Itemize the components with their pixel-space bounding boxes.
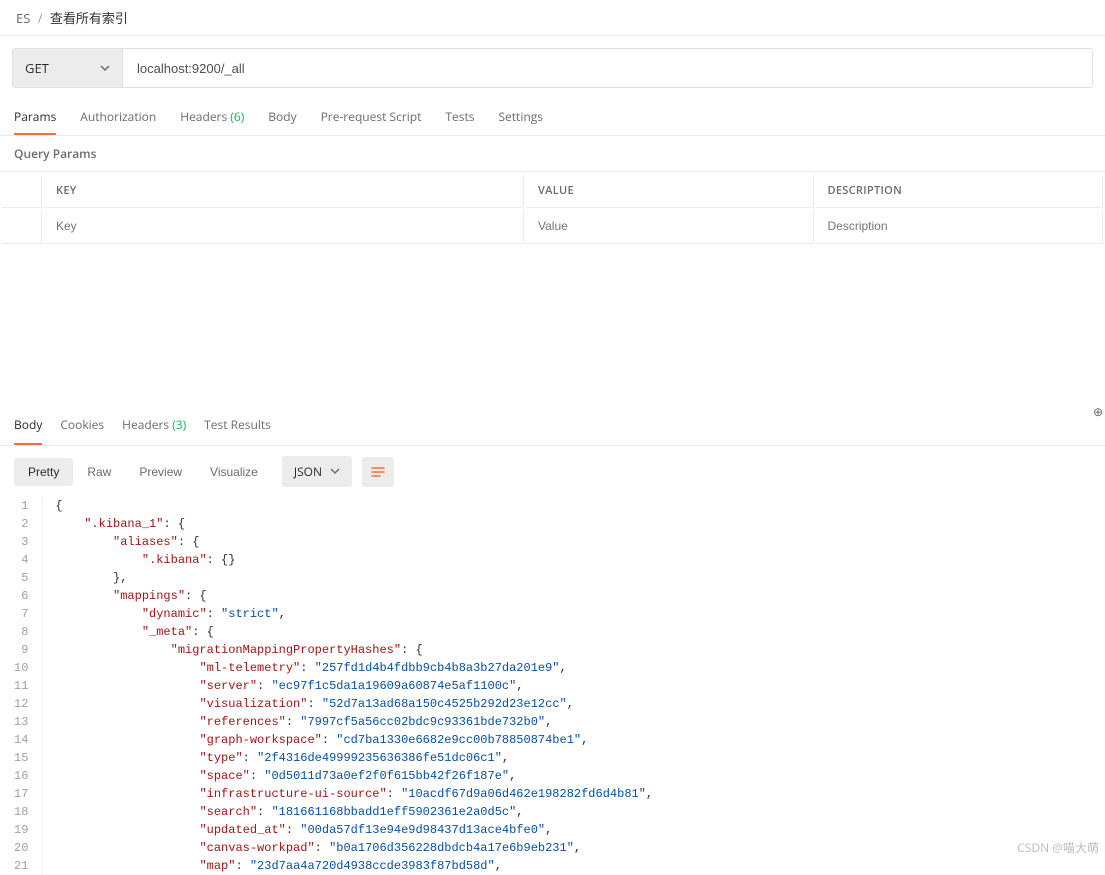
wrap-lines-button[interactable]: [362, 457, 394, 487]
tab-authorization[interactable]: Authorization: [80, 100, 156, 135]
format-dropdown[interactable]: JSON: [282, 456, 352, 487]
view-visualize[interactable]: Visualize: [196, 458, 272, 486]
breadcrumb-sep: /: [38, 9, 43, 27]
response-tabs: Body Cookies Headers (3) Test Results: [0, 406, 1105, 446]
value-input[interactable]: [538, 219, 801, 233]
chevron-down-icon: [100, 59, 110, 77]
request-tabs: Params Authorization Headers (6) Body Pre-re…: [0, 100, 1105, 136]
tab-params[interactable]: Params: [14, 100, 56, 135]
chevron-down-icon: [330, 463, 340, 480]
tab-settings[interactable]: Settings: [498, 100, 543, 135]
breadcrumb-current: 查看所有索引: [50, 9, 128, 27]
desc-input[interactable]: [828, 219, 1091, 233]
wrap-icon: [370, 465, 386, 479]
right-decoration: ⊕: [1093, 403, 1103, 420]
headers-count: (6): [227, 108, 244, 125]
key-header: KEY: [44, 174, 524, 208]
view-raw[interactable]: Raw: [73, 458, 125, 486]
breadcrumb: ES / 查看所有索引: [0, 0, 1105, 36]
resp-headers-count: (3): [169, 416, 186, 433]
resp-tab-cookies[interactable]: Cookies: [60, 406, 104, 445]
request-bar: GET: [0, 36, 1105, 100]
watermark: CSDN @喵大萌: [1017, 839, 1099, 856]
view-mode-row: PrettyRawPreviewVisualize JSON: [0, 446, 1105, 497]
table-row[interactable]: [2, 210, 1103, 244]
view-pretty[interactable]: Pretty: [14, 458, 73, 486]
response-body[interactable]: 123456789101112131415161718192021 { ".ki…: [0, 497, 1105, 875]
tab-tests[interactable]: Tests: [445, 100, 474, 135]
desc-header: DESCRIPTION: [816, 174, 1104, 208]
view-preview[interactable]: Preview: [125, 458, 196, 486]
resp-tab-headers[interactable]: Headers (3): [122, 406, 186, 445]
query-params-header: Query Params: [0, 136, 1105, 171]
params-table: KEY VALUE DESCRIPTION: [0, 171, 1105, 246]
tab-body[interactable]: Body: [268, 100, 296, 135]
key-input[interactable]: [56, 219, 511, 233]
checkbox-header: [2, 174, 42, 208]
method-dropdown[interactable]: GET: [12, 48, 122, 88]
value-header: VALUE: [526, 174, 814, 208]
url-input[interactable]: [122, 48, 1093, 88]
tab-pre-request-script[interactable]: Pre-request Script: [321, 100, 422, 135]
method-value: GET: [25, 59, 49, 77]
tab-headers[interactable]: Headers (6): [180, 100, 244, 135]
resp-tab-body[interactable]: Body: [14, 406, 42, 445]
breadcrumb-root[interactable]: ES: [16, 9, 30, 27]
format-value: JSON: [294, 463, 322, 480]
resp-tab-test-results[interactable]: Test Results: [204, 406, 271, 445]
